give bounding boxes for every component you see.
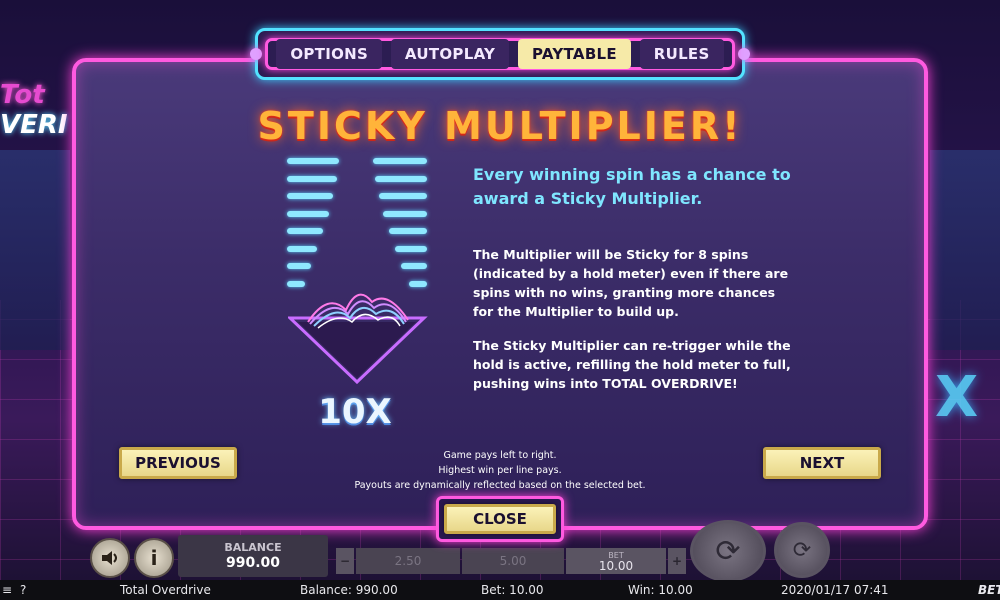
multiplier-wave-icon xyxy=(288,293,428,385)
note-line-1: Game pays left to right. xyxy=(443,450,557,461)
status-win: Win: 10.00 xyxy=(628,583,693,597)
feature-description-1: The Multiplier will be Sticky for 8 spin… xyxy=(473,247,789,319)
speaker-icon[interactable] xyxy=(90,538,130,578)
hold-meter-right xyxy=(373,158,427,298)
menu-icon[interactable]: ≡ xyxy=(2,583,12,597)
status-balance: Balance: 990.00 xyxy=(300,583,398,597)
feature-description-2: The Sticky Multiplier can re-trigger whi… xyxy=(473,338,791,391)
bet-increase-button[interactable]: + xyxy=(668,548,686,574)
tab-paytable[interactable]: PAYTABLE xyxy=(518,39,631,69)
feature-title: STICKY MULTIPLIER! xyxy=(257,104,743,148)
balance-value: 990.00 xyxy=(225,555,281,571)
bet-option[interactable]: 5.00 xyxy=(462,548,564,574)
tab-autoplay[interactable]: AUTOPLAY xyxy=(390,39,510,69)
bet-option[interactable]: 2.50 xyxy=(356,548,460,574)
autoplay-icon: ⟳ xyxy=(792,537,812,563)
note-line-3: Payouts are dynamically reflected based … xyxy=(354,480,646,491)
status-game-name: Total Overdrive xyxy=(120,583,211,597)
status-datetime: 2020/01/17 07:41 xyxy=(781,583,889,597)
tab-options[interactable]: OPTIONS xyxy=(276,39,383,69)
info-icon[interactable]: i xyxy=(134,538,174,578)
background-city-left xyxy=(0,150,70,350)
tab-rules[interactable]: RULES xyxy=(639,39,724,69)
brand-logo: BET xyxy=(978,583,1000,597)
next-button[interactable]: NEXT xyxy=(763,447,881,479)
previous-button[interactable]: PREVIOUS xyxy=(119,447,237,479)
tab-bar: OPTIONS AUTOPLAY PAYTABLE RULES xyxy=(250,28,750,80)
feature-headline: Every winning spin has a chance to award… xyxy=(473,165,791,208)
paytable-notes: Game pays left to right. Highest win per… xyxy=(330,448,670,493)
status-bar: ≡ ? Total Overdrive Balance: 990.00 Bet:… xyxy=(0,580,1000,600)
background-multiplier-x: X xyxy=(935,365,979,430)
background-city-right xyxy=(930,150,1000,350)
status-bet: Bet: 10.00 xyxy=(481,583,544,597)
hold-meter-left xyxy=(287,158,339,298)
multiplier-value: 10X xyxy=(318,392,392,432)
note-line-2: Highest win per line pays. xyxy=(438,465,562,476)
help-icon[interactable]: ? xyxy=(20,583,26,597)
refresh-icon: ⟳ xyxy=(715,533,741,569)
bet-selected[interactable]: BET 10.00 xyxy=(566,548,666,574)
balance-display: BALANCE 990.00 xyxy=(178,535,328,577)
balance-label: BALANCE xyxy=(224,541,282,554)
bet-decrease-button[interactable]: − xyxy=(336,548,354,574)
bet-value: 10.00 xyxy=(598,559,634,573)
close-button[interactable]: CLOSE xyxy=(444,504,556,534)
spin-button[interactable]: ⟳ xyxy=(690,520,766,582)
tab-bar-right-dot xyxy=(738,48,750,60)
tab-bar-left-dot xyxy=(250,48,262,60)
autoplay-button[interactable]: ⟳ xyxy=(774,522,830,578)
